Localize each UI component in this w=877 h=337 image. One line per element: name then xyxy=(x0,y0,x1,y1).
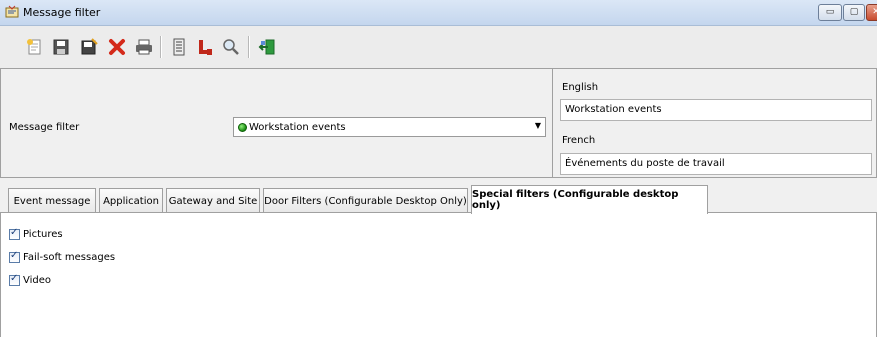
special-filters-page: Pictures Fail-soft messages Video xyxy=(0,212,877,337)
save-icon[interactable] xyxy=(52,38,70,56)
french-label: French xyxy=(562,135,596,146)
tab-special-filters[interactable]: Special filters (Configurable desktop on… xyxy=(471,185,708,214)
title-bar: Message filter ▭ ▢ ✕ xyxy=(0,0,877,26)
minimize-button[interactable]: ▭ xyxy=(818,4,842,21)
toolbar-separator xyxy=(160,36,162,58)
tab-application[interactable]: Application xyxy=(99,188,163,213)
search-icon[interactable] xyxy=(222,38,240,56)
close-icon: ✕ xyxy=(872,7,877,17)
save-as-icon[interactable] xyxy=(80,38,98,56)
english-label: English xyxy=(562,82,599,93)
dropdown-arrow-icon[interactable]: ▼ xyxy=(535,121,541,130)
fail-soft-messages-checkbox[interactable]: Fail-soft messages xyxy=(9,250,116,263)
pictures-label: Pictures xyxy=(23,229,63,240)
print-icon[interactable] xyxy=(135,38,153,56)
tab-event-message[interactable]: Event message xyxy=(8,188,96,213)
message-filter-dropdown[interactable]: Workstation events ▼ xyxy=(233,117,546,137)
close-button[interactable]: ✕ xyxy=(866,4,877,21)
translations-panel: English Workstation events French Événem… xyxy=(553,68,877,178)
app-icon xyxy=(5,5,19,19)
list-icon[interactable] xyxy=(170,38,188,56)
video-label: Video xyxy=(23,275,52,286)
checkbox-checked-icon[interactable] xyxy=(9,250,20,263)
links-icon[interactable] xyxy=(196,38,214,56)
maximize-icon: ▢ xyxy=(849,7,859,17)
checkbox-checked-icon[interactable] xyxy=(9,227,20,240)
pictures-checkbox[interactable]: Pictures xyxy=(9,227,63,240)
message-filter-label: Message filter xyxy=(9,122,80,133)
video-checkbox[interactable]: Video xyxy=(9,273,52,286)
tab-gateway-and-site[interactable]: Gateway and Site xyxy=(166,188,260,213)
exit-icon[interactable] xyxy=(258,38,276,56)
english-field[interactable]: Workstation events xyxy=(560,99,872,121)
message-filter-value: Workstation events xyxy=(249,122,346,133)
fail-soft-messages-label: Fail-soft messages xyxy=(23,252,116,263)
toolbar-separator xyxy=(248,36,250,58)
tab-door-filters[interactable]: Door Filters (Configurable Desktop Only) xyxy=(263,188,468,213)
toolbar xyxy=(0,26,877,68)
checkbox-checked-icon[interactable] xyxy=(9,273,20,286)
tab-bar: Event message Application Gateway and Si… xyxy=(0,185,877,214)
minimize-icon: ▭ xyxy=(825,7,835,17)
status-green-icon xyxy=(238,123,247,132)
maximize-button[interactable]: ▢ xyxy=(843,4,865,21)
filter-panel: Message filter Workstation events ▼ xyxy=(0,68,553,178)
new-icon[interactable] xyxy=(26,38,44,56)
delete-icon[interactable] xyxy=(108,38,126,56)
french-field[interactable]: Événements du poste de travail xyxy=(560,153,872,175)
window-title: Message filter xyxy=(23,6,101,19)
